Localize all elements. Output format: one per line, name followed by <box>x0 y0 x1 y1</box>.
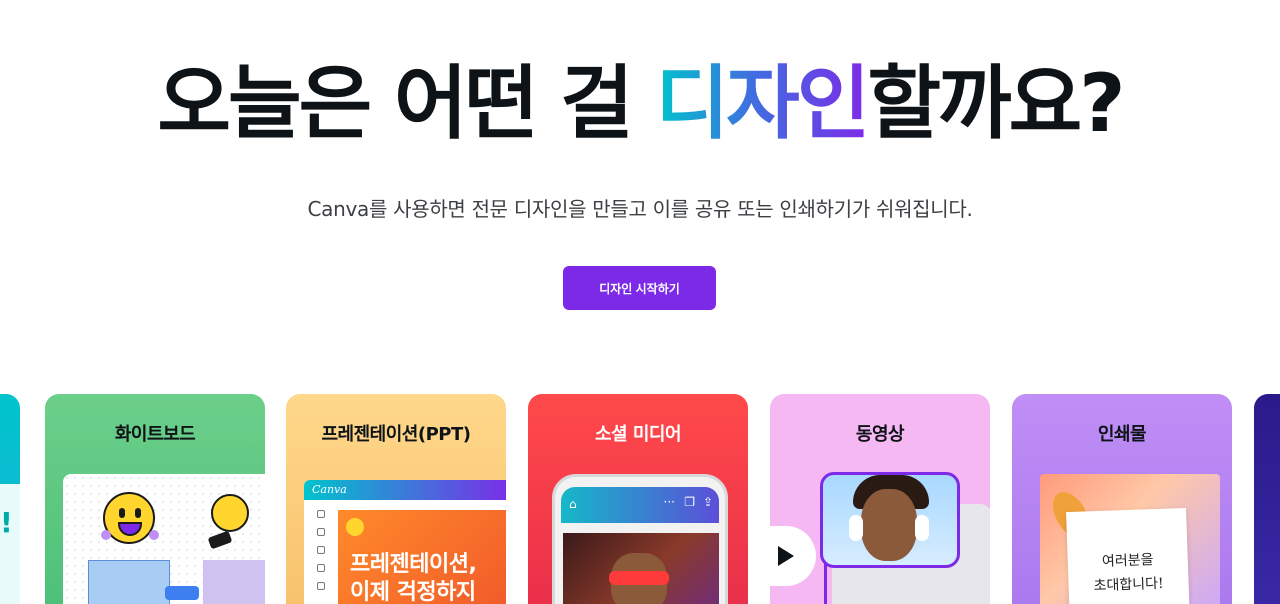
category-card-presentation[interactable]: 프레젠테이션(PPT) Canva 프레젠테이션, 이제 걱정하지 <box>286 394 506 604</box>
hero-title-part2: 할까요? <box>867 57 1125 150</box>
presentation-preview: Canva 프레젠테이션, 이제 걱정하지 <box>304 480 506 604</box>
social-post-photo <box>563 533 719 604</box>
invitation-text: 초대합니다! <box>1093 575 1164 595</box>
category-card-whiteboard[interactable]: 화이트보드 <box>45 394 265 604</box>
card-title: 동영상 <box>855 424 905 445</box>
canva-logo: Canva <box>304 480 506 500</box>
start-design-button[interactable]: 디자인 시작하기 <box>563 266 716 310</box>
more-dots-icon: ··· <box>663 495 675 509</box>
video-frame-preview <box>820 472 960 568</box>
exclamation-mark: ! <box>0 506 13 539</box>
more-icon <box>317 582 325 590</box>
card-preview <box>0 484 20 604</box>
phone-toolbar: ⌂ ··· ❐ ⇪ <box>561 487 719 523</box>
whiteboard-shape <box>203 560 265 604</box>
cursor-tag <box>165 586 199 600</box>
category-carousel: ! 화이트보드 프레젠테이션(PPT) Canva 프레젠테이션, 이제 걱정하… <box>0 394 1280 604</box>
share-icon: ⇪ <box>702 495 713 509</box>
invitation-text: 여러분을 <box>1101 552 1154 570</box>
category-card-video[interactable]: 동영상 <box>770 394 990 604</box>
card-title: 소셜 미디어 <box>594 424 682 445</box>
editor-sidebar <box>304 500 338 604</box>
card-title: 인쇄물 <box>1097 424 1147 445</box>
lightbulb-sticker-icon <box>211 494 249 532</box>
category-card-social-media[interactable]: 소셜 미디어 ⌂ ··· ❐ ⇪ <box>528 394 748 604</box>
text-icon <box>317 546 325 554</box>
slide-logo-icon <box>346 518 364 536</box>
smiley-sticker-icon <box>101 492 159 544</box>
copy-icon: ❐ <box>684 495 695 509</box>
phone-preview: ⌂ ··· ❐ ⇪ <box>552 474 728 604</box>
hero-title-highlight: 디자인 <box>655 57 871 150</box>
category-card-partial-left[interactable]: ! <box>0 394 20 604</box>
invitation-card-preview: 여러분을 초대합니다! <box>1066 507 1190 604</box>
hero-title-part1: 오늘은 어떤 걸 <box>157 57 656 150</box>
lightbulb-base-icon <box>207 530 233 550</box>
slide-canvas: 프레젠테이션, 이제 걱정하지 <box>338 510 506 604</box>
slide-text: 이제 걱정하지 <box>350 580 476 604</box>
play-button-icon <box>770 526 816 586</box>
whiteboard-preview <box>63 474 265 604</box>
hero-title: 오늘은 어떤 걸 디자인할까요? <box>0 54 1280 154</box>
element-icon <box>317 528 325 536</box>
whiteboard-shape <box>88 560 170 604</box>
upload-icon <box>317 564 325 572</box>
hero-subtitle: Canva를 사용하면 전문 디자인을 만들고 이를 공유 또는 인쇄하기가 쉬… <box>307 197 973 221</box>
category-card-partial-right[interactable] <box>1254 394 1280 604</box>
home-icon: ⌂ <box>569 497 577 511</box>
template-icon <box>317 510 325 518</box>
card-title: 프레젠테이션(PPT) <box>321 424 471 445</box>
category-card-print[interactable]: 인쇄물 여러분을 초대합니다! <box>1012 394 1232 604</box>
card-title: 화이트보드 <box>114 424 196 445</box>
